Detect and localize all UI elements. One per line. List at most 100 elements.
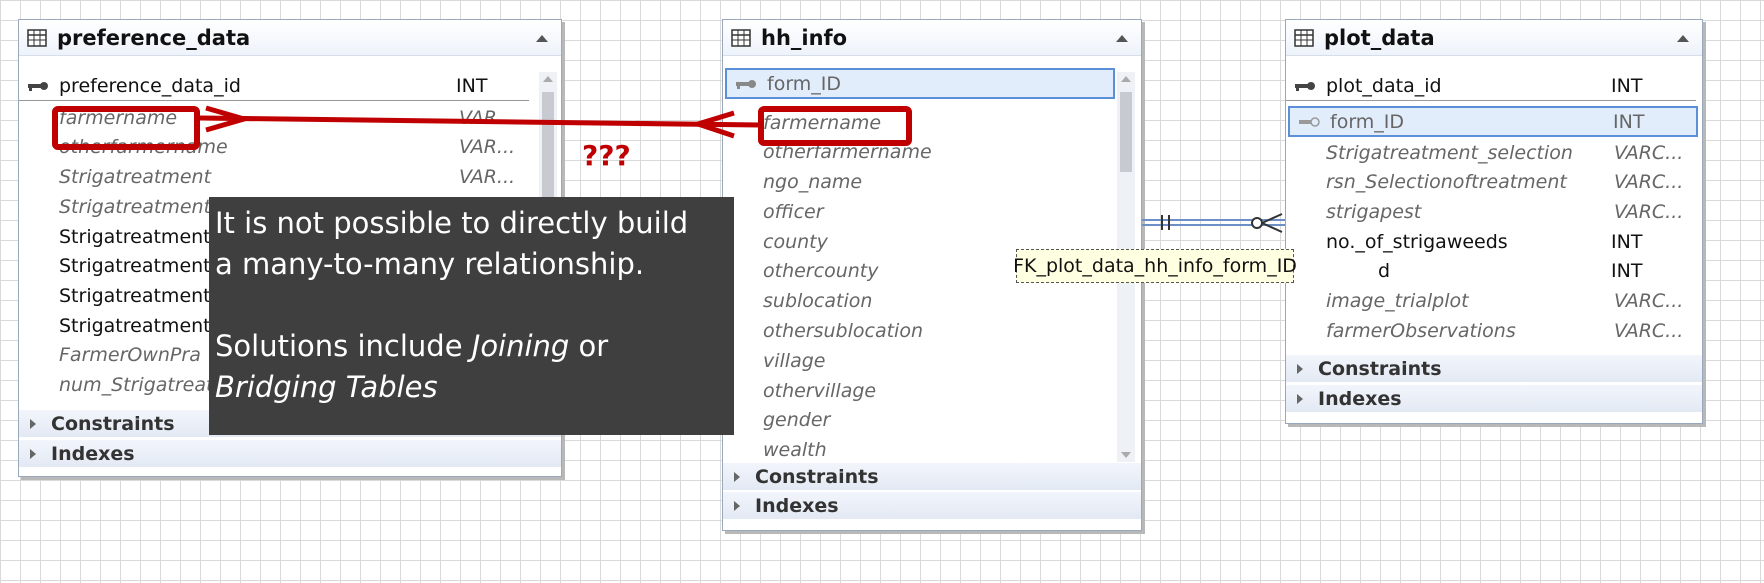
primary-key-row[interactable]: plot_data_id INT xyxy=(1286,72,1696,101)
key-icon xyxy=(736,80,756,89)
column-row[interactable]: othervillage xyxy=(723,376,1113,405)
column-row[interactable]: image_trialplot VARC... xyxy=(1286,286,1696,315)
collapse-up-icon[interactable] xyxy=(535,33,549,43)
column-type: VAR... xyxy=(459,106,516,129)
column-name: no._of_strigaweeds xyxy=(1326,230,1508,253)
indexes-section[interactable]: Indexes xyxy=(1286,385,1702,412)
indexes-section[interactable]: Indexes xyxy=(723,492,1141,519)
column-name: Strigatreatment xyxy=(59,165,212,188)
expand-arrow-icon[interactable] xyxy=(733,500,741,512)
column-name: wealth xyxy=(763,438,827,461)
column-name: form_ID xyxy=(767,72,842,95)
fk-relationship-line[interactable] xyxy=(1142,213,1285,233)
callout-text: Solutions include xyxy=(215,329,472,363)
expand-arrow-icon[interactable] xyxy=(29,418,37,430)
constraints-section[interactable]: Constraints xyxy=(723,463,1141,490)
table-header[interactable]: plot_data xyxy=(1286,20,1702,56)
column-name: officer xyxy=(763,200,824,223)
collapse-up-icon[interactable] xyxy=(1676,33,1690,43)
callout-bridging: Bridging Tables xyxy=(215,370,438,404)
explanation-callout: It is not possible to directly build a m… xyxy=(209,197,734,435)
table-header[interactable]: preference_data xyxy=(19,20,561,56)
column-name: preference_data_id xyxy=(59,75,241,97)
column-row[interactable]: othersublocation xyxy=(723,316,1113,345)
scroll-down-icon[interactable] xyxy=(1117,448,1135,462)
primary-key-row[interactable]: form_ID xyxy=(725,68,1115,99)
column-name: othervillage xyxy=(763,379,877,402)
column-name: rsn_Selectionoftreatment xyxy=(1326,170,1567,193)
column-name: d xyxy=(1378,259,1391,282)
collapse-up-icon[interactable] xyxy=(1115,33,1129,43)
table-grid-icon xyxy=(731,28,751,47)
column-type: VAR... xyxy=(459,165,516,188)
column-name: gender xyxy=(763,408,831,431)
expand-arrow-icon[interactable] xyxy=(733,471,741,483)
table-title: plot_data xyxy=(1324,25,1435,50)
fk-tooltip: FK_plot_data_hh_info_form_ID xyxy=(1013,249,1297,283)
column-type: VARC... xyxy=(1614,289,1684,312)
constraints-label: Constraints xyxy=(1318,357,1442,380)
expand-arrow-icon[interactable] xyxy=(1296,393,1304,405)
table-grid-icon xyxy=(27,28,47,47)
column-row[interactable]: strigapest VARC... xyxy=(1286,197,1696,226)
column-type: INT xyxy=(1611,230,1643,253)
expand-arrow-icon[interactable] xyxy=(29,448,37,460)
indexes-label: Indexes xyxy=(1318,387,1402,410)
scroll-up-icon[interactable] xyxy=(1117,72,1135,86)
column-name: village xyxy=(763,349,826,372)
expand-arrow-icon[interactable] xyxy=(1296,363,1304,375)
table-header[interactable]: hh_info xyxy=(723,20,1141,56)
column-name: form_ID xyxy=(1330,110,1405,133)
constraints-label: Constraints xyxy=(51,412,175,435)
column-name: farmerObservations xyxy=(1326,319,1516,342)
column-type: INT xyxy=(1613,110,1645,133)
column-type: VARC... xyxy=(1614,319,1684,342)
plot-data-table[interactable]: plot_data plot_data_id INT form_ID INT S… xyxy=(1285,19,1703,424)
table-grid-icon xyxy=(1294,28,1314,47)
table-title: hh_info xyxy=(761,25,848,50)
column-name: plot_data_id xyxy=(1326,75,1442,97)
column-row[interactable]: Strigatreatment VAR... xyxy=(19,162,529,191)
farmername-highlight-left xyxy=(52,106,200,150)
column-row[interactable]: wealth xyxy=(723,435,1113,464)
column-type: INT xyxy=(1611,259,1643,282)
column-row[interactable]: farmerObservations VARC... xyxy=(1286,316,1696,345)
column-type: VAR... xyxy=(459,135,516,158)
column-row[interactable]: officer xyxy=(723,197,1113,226)
key-icon xyxy=(28,82,48,91)
table-title: preference_data xyxy=(57,25,251,50)
column-name: num_Strigatreat xyxy=(59,373,214,396)
callout-joining: Joining xyxy=(471,329,570,363)
column-name: county xyxy=(763,230,828,253)
primary-key-row[interactable]: preference_data_id INT xyxy=(19,72,529,101)
indexes-label: Indexes xyxy=(755,494,839,517)
column-name: ngo_name xyxy=(763,170,863,193)
column-row[interactable]: gender xyxy=(723,405,1113,434)
column-row[interactable]: d INT xyxy=(1286,256,1696,285)
scroll-up-icon[interactable] xyxy=(539,72,557,86)
column-row[interactable]: rsn_Selectionoftreatment VARC... xyxy=(1286,167,1696,196)
column-row[interactable]: sublocation xyxy=(723,286,1113,315)
column-row[interactable]: no._of_strigaweeds INT xyxy=(1286,227,1696,256)
column-type: VARC... xyxy=(1614,200,1684,223)
constraints-section[interactable]: Constraints xyxy=(1286,355,1702,382)
column-type: VARC... xyxy=(1614,170,1684,193)
indexes-label: Indexes xyxy=(51,442,135,465)
foreign-key-row[interactable]: form_ID INT xyxy=(1288,106,1698,137)
indexes-section[interactable]: Indexes xyxy=(19,440,561,467)
question-marks: ??? xyxy=(582,139,631,172)
column-type: INT xyxy=(456,75,488,97)
callout-line-4: Bridging Tables xyxy=(215,367,728,408)
scroll-thumb[interactable] xyxy=(1120,92,1132,172)
key-icon xyxy=(1295,82,1315,91)
column-row[interactable]: ngo_name xyxy=(723,167,1113,196)
column-type: VARC... xyxy=(1614,141,1684,164)
constraints-label: Constraints xyxy=(755,465,879,488)
column-name: othersublocation xyxy=(763,319,924,342)
column-row[interactable]: Strigatreatment_selection VARC... xyxy=(1286,138,1696,167)
farmername-highlight-right xyxy=(758,106,912,146)
column-type: INT xyxy=(1611,75,1643,97)
column-row[interactable]: village xyxy=(723,346,1113,375)
callout-text: or xyxy=(569,329,609,363)
foreign-key-icon xyxy=(1299,117,1320,127)
